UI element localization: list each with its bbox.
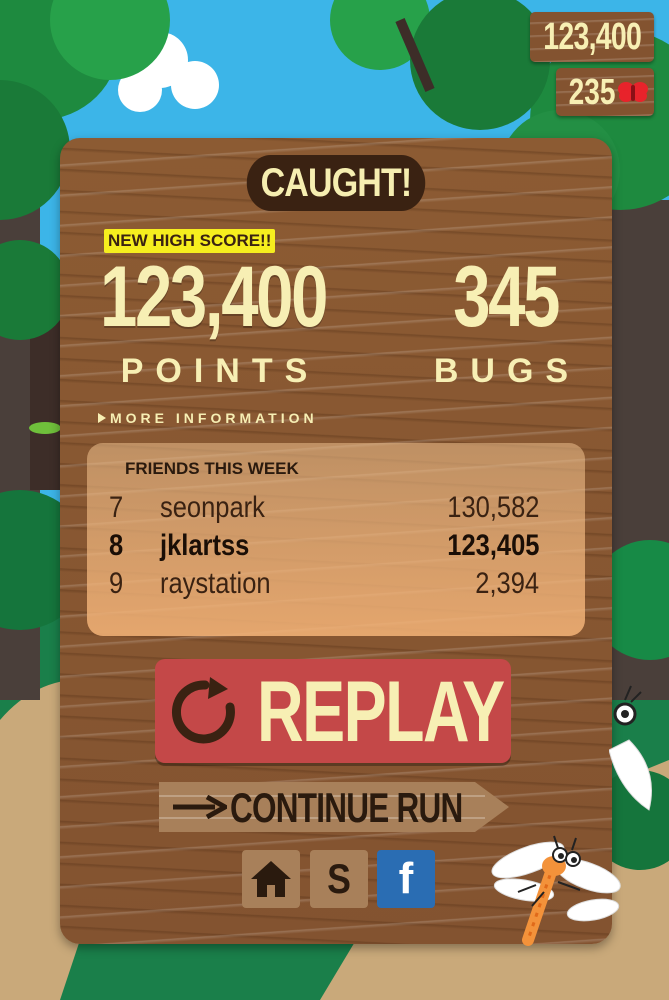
friends-leaderboard: FRIENDS THIS WEEK 7 seonpark 130,582 8 j… bbox=[87, 443, 585, 636]
home-button[interactable] bbox=[242, 850, 300, 908]
leaderboard-name: raystation bbox=[160, 567, 271, 600]
replay-button[interactable]: REPLAY bbox=[155, 659, 511, 763]
bugs-value: 345 bbox=[453, 249, 560, 345]
caret-right-icon bbox=[98, 413, 106, 423]
arrow-right-icon bbox=[173, 795, 227, 819]
bugs-label: BUGS bbox=[433, 352, 581, 390]
home-icon bbox=[251, 861, 291, 897]
leaderboard-score: 123,405 bbox=[446, 529, 539, 562]
more-information-link[interactable]: MORE INFORMATION bbox=[98, 410, 318, 426]
leaderboard-row[interactable]: 7 seonpark 130,582 bbox=[109, 491, 539, 529]
hud-score-plank: 123,400 bbox=[530, 12, 654, 62]
facebook-button[interactable]: f bbox=[377, 850, 435, 908]
more-information-label: MORE INFORMATION bbox=[110, 410, 318, 426]
leaderboard-name: seonpark bbox=[160, 491, 265, 524]
shop-button[interactable]: S bbox=[310, 850, 368, 908]
replay-icon bbox=[171, 677, 235, 744]
leaderboard-rank: 7 bbox=[109, 491, 124, 524]
leaderboard-rank: 9 bbox=[109, 567, 124, 600]
replay-label: REPLAY bbox=[257, 664, 505, 760]
leaderboard-score: 130,582 bbox=[446, 491, 539, 524]
continue-run-label: CONTINUE RUN bbox=[230, 784, 463, 831]
points-label: POINTS bbox=[120, 352, 320, 390]
red-bug-icon bbox=[618, 82, 649, 102]
facebook-icon: f bbox=[398, 854, 414, 903]
friends-title: FRIENDS THIS WEEK bbox=[125, 459, 299, 478]
hud-bugs: 235 bbox=[568, 71, 616, 112]
caught-title: CAUGHT! bbox=[246, 155, 426, 211]
leaderboard-row[interactable]: 9 raystation 2,394 bbox=[109, 567, 539, 605]
leaderboard-rank: 8 bbox=[109, 529, 124, 562]
dragonfly-mascot bbox=[491, 835, 621, 946]
leaderboard-score: 2,394 bbox=[475, 567, 539, 600]
continue-run-button[interactable]: CONTINUE RUN bbox=[155, 778, 511, 836]
hud-bugs-plank: 235 bbox=[556, 68, 654, 116]
leaderboard-name: jklartss bbox=[160, 529, 250, 562]
points-value: 123,400 bbox=[100, 249, 328, 345]
bug-creature-icon bbox=[609, 685, 652, 811]
hud-score: 123,400 bbox=[543, 15, 642, 58]
shop-s-icon: S bbox=[327, 855, 351, 902]
leaderboard-row-current-user[interactable]: 8 jklartss 123,405 bbox=[109, 529, 539, 567]
